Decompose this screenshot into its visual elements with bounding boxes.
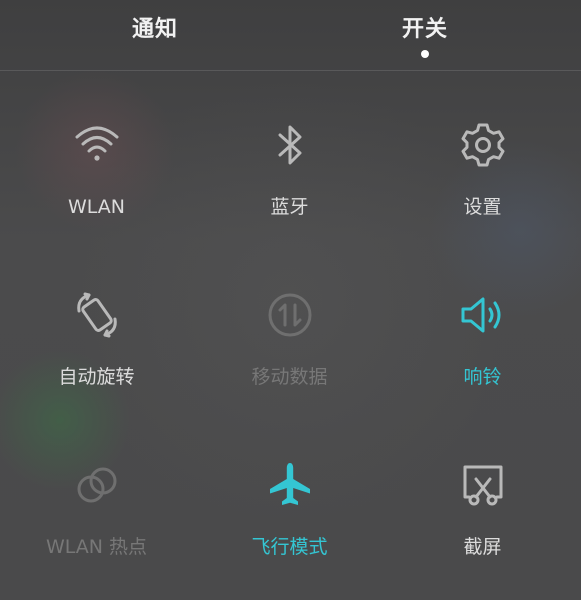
tab-notifications-label: 通知 — [131, 17, 178, 42]
toggle-airplane-mode-label: 飞行模式 — [251, 536, 328, 558]
panel-tabs: 通知 开关 — [0, 0, 581, 71]
toggle-auto-rotate-label: 自动旋转 — [58, 366, 135, 388]
gear-icon — [459, 121, 507, 169]
wifi-icon — [73, 121, 121, 169]
screenshot-icon — [459, 461, 507, 509]
tab-toggles-label: 开关 — [401, 17, 448, 42]
toggle-screenshot[interactable]: 截屏 — [386, 411, 579, 581]
toggle-bluetooth[interactable]: 蓝牙 — [193, 71, 386, 241]
toggle-settings[interactable]: 设置 — [386, 71, 579, 241]
tab-toggles[interactable]: 开关 — [325, 0, 525, 70]
mobile-data-icon — [266, 291, 314, 339]
toggle-wlan[interactable]: WLAN — [0, 71, 193, 241]
toggle-mobile-data[interactable]: 移动数据 — [193, 241, 386, 411]
speaker-icon — [459, 291, 507, 339]
rotate-icon — [73, 291, 121, 339]
toggle-airplane-mode[interactable]: 飞行模式 — [193, 411, 386, 581]
toggle-settings-label: 设置 — [463, 196, 502, 218]
toggle-grid: WLAN 蓝牙 设置 自动旋转 移动数据 响铃 WLAN 热点 飞行模式 截屏 — [0, 71, 581, 600]
quick-settings-panel: 通知 开关 WLAN 蓝牙 设置 自动旋转 移动数据 响铃 WLAN 热点 飞行… — [0, 0, 581, 600]
toggle-wlan-hotspot[interactable]: WLAN 热点 — [0, 411, 193, 581]
toggle-screenshot-label: 截屏 — [463, 536, 502, 558]
hotspot-icon — [73, 461, 121, 509]
toggle-wlan-label: WLAN — [67, 196, 126, 218]
tab-notifications[interactable]: 通知 — [55, 0, 255, 70]
toggle-bluetooth-label: 蓝牙 — [270, 196, 309, 218]
toggle-auto-rotate[interactable]: 自动旋转 — [0, 241, 193, 411]
airplane-icon — [266, 461, 314, 509]
bluetooth-icon — [266, 121, 314, 169]
selected-tab-indicator — [421, 50, 429, 58]
toggle-wlan-hotspot-label: WLAN 热点 — [45, 536, 148, 558]
toggle-ring-label: 响铃 — [463, 366, 502, 388]
toggle-mobile-data-label: 移动数据 — [251, 366, 328, 388]
toggle-ring[interactable]: 响铃 — [386, 241, 579, 411]
